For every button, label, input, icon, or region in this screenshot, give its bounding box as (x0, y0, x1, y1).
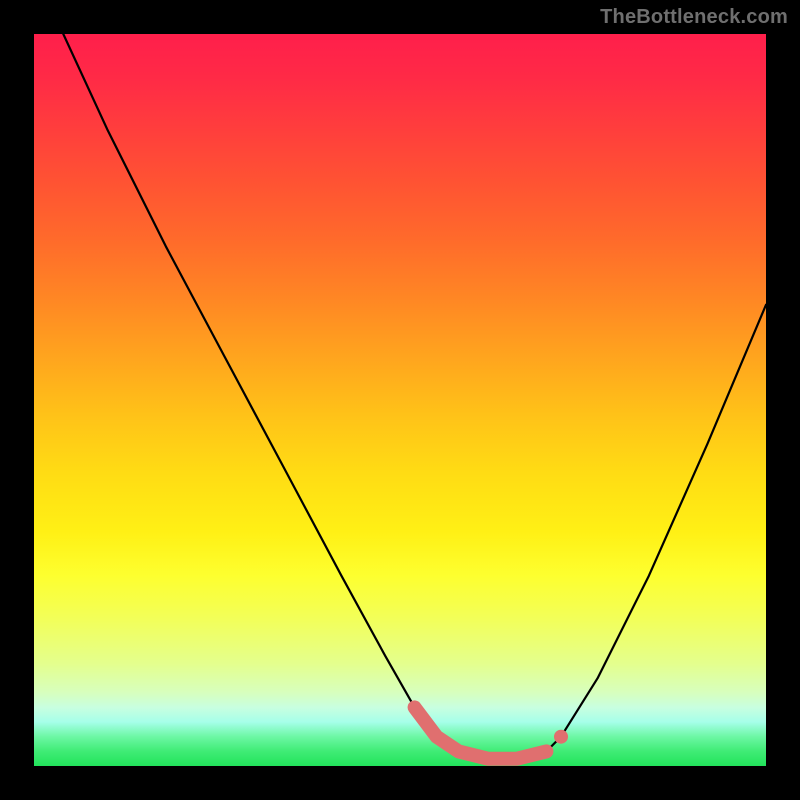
bottleneck-curve (63, 34, 766, 759)
curve-overlay (34, 34, 766, 766)
watermark-text: TheBottleneck.com (600, 6, 788, 29)
sweet-spot-dot (554, 730, 568, 744)
sweet-spot-highlight (415, 707, 547, 758)
plot-area (34, 34, 766, 766)
chart-stage: TheBottleneck.com (0, 0, 800, 800)
